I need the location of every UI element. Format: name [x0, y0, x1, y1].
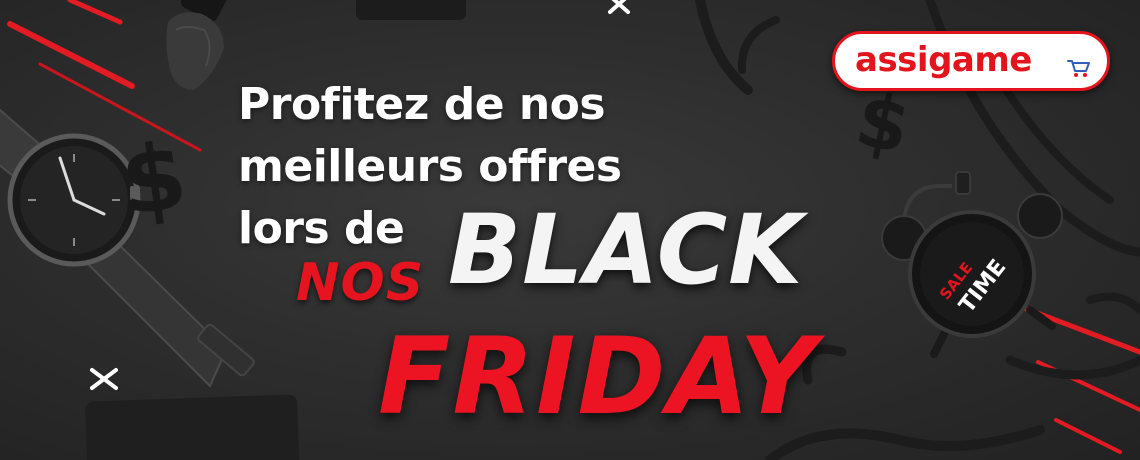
promo-word-black: BLACK	[448, 194, 804, 306]
brand-logo[interactable]: assigame	[832, 31, 1110, 91]
black-friday-banner: $ $ Profitez de nos meilleurs offres lor…	[0, 0, 1140, 460]
red-stripe	[67, 0, 123, 25]
red-stripe	[1054, 418, 1122, 454]
brand-logo-text: assigame	[855, 40, 1032, 80]
red-stripe	[7, 21, 135, 89]
plus-mark-icon	[90, 368, 118, 390]
headline-line-2: meilleurs offres	[238, 141, 622, 192]
dark-card	[85, 394, 300, 460]
cart-icon	[1067, 60, 1090, 77]
plus-mark-icon	[608, 0, 630, 14]
dark-box-top	[356, 0, 466, 20]
makeup-brush-icon	[166, 0, 234, 91]
headline-line-1: Profitez de nos	[238, 79, 606, 130]
alarm-clock-icon	[881, 171, 1063, 358]
promo-word-nos: NOS	[296, 253, 425, 313]
promo-word-friday: FRIDAY	[378, 315, 819, 438]
